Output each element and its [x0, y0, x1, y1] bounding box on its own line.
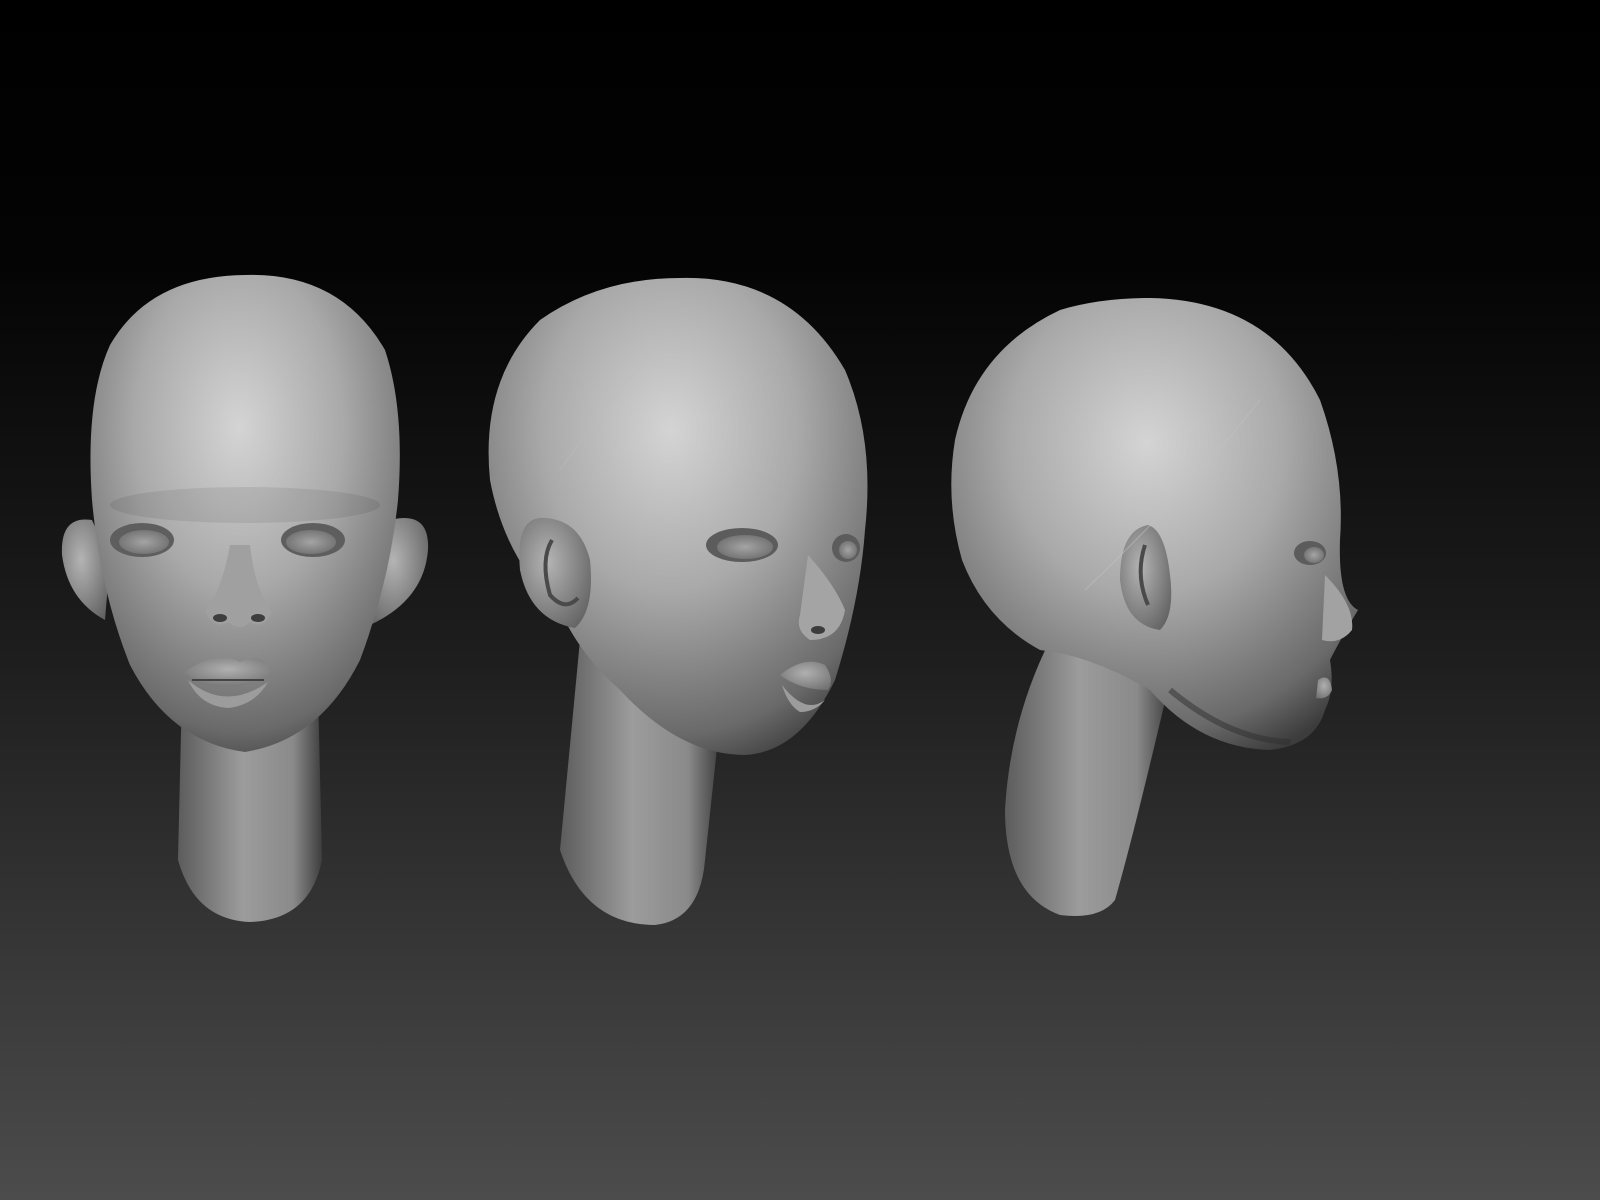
render-canvas: [0, 0, 1600, 1200]
left-eye: [717, 535, 773, 559]
left-eye: [119, 530, 169, 554]
eye: [1304, 547, 1324, 563]
right-eye: [286, 530, 336, 554]
right-eye: [839, 541, 857, 559]
sculpt-viewport: [0, 0, 1600, 1200]
